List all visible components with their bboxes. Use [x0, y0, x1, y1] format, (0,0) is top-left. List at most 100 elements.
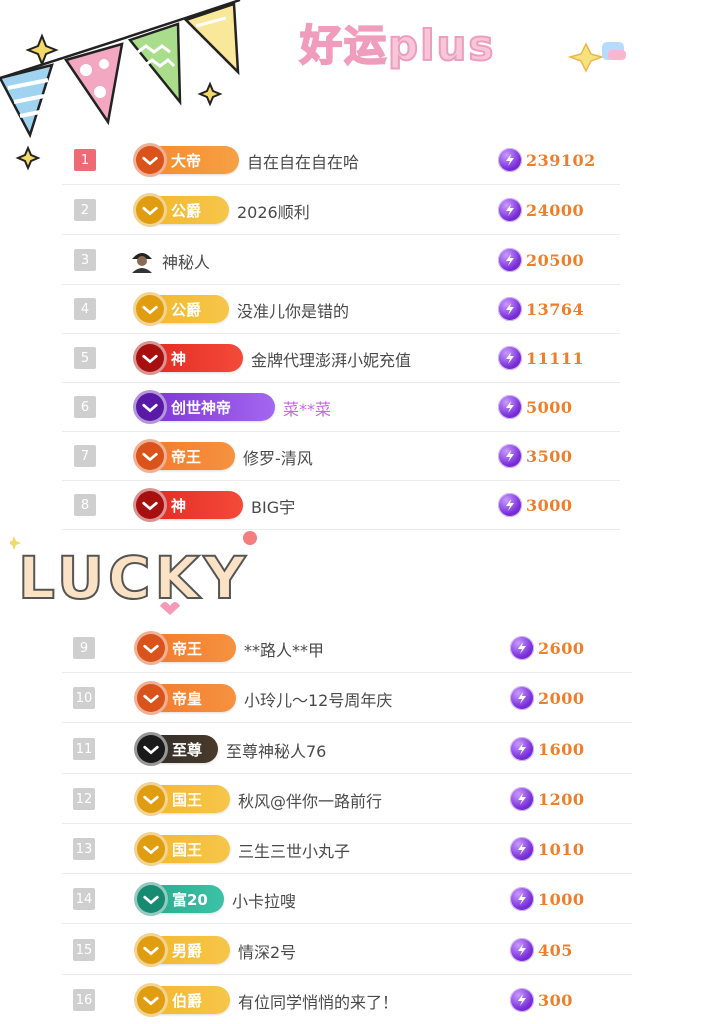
- mystery-avatar-icon: [130, 247, 154, 273]
- rank-number: 8: [74, 494, 96, 516]
- list-item[interactable]: 5 神 金牌代理澎湃小妮充值 11111: [0, 333, 704, 383]
- lightning-coin-icon: [510, 787, 534, 811]
- score-value: 20500: [526, 250, 585, 270]
- badge-label: 至尊: [172, 740, 203, 759]
- row-divider: [62, 529, 620, 530]
- lightning-coin-icon: [510, 686, 534, 710]
- list-item[interactable]: 16 伯爵 有位同学悄悄的来了！ 300: [0, 975, 704, 1024]
- score-value: 3000: [526, 495, 573, 515]
- rank-number: 16: [73, 989, 95, 1011]
- badge-label: 神: [171, 349, 187, 368]
- lightning-coin-icon: [498, 148, 522, 172]
- list-item[interactable]: 13 国王 三生三世小丸子 1010: [0, 824, 704, 874]
- god-emblem-icon: [133, 341, 167, 375]
- list-item[interactable]: 8 神 BIG宇 3000: [0, 480, 704, 530]
- rank-number: 11: [73, 738, 95, 760]
- player-name: BIG宇: [251, 498, 296, 517]
- rank-number: 15: [73, 939, 95, 961]
- player-name: 菜**菜: [283, 400, 332, 419]
- score-value: 11111: [526, 348, 585, 368]
- score: 2600: [510, 635, 585, 661]
- king-emblem-icon: [134, 782, 168, 816]
- list-item[interactable]: 2 公爵 2026顺利 24000: [0, 185, 704, 235]
- lucky-divider: LUCKY: [10, 531, 257, 615]
- baron-emblem-icon: [134, 933, 168, 967]
- player-name: 修罗-清风: [243, 449, 313, 468]
- score: 20500: [498, 247, 584, 273]
- creator-emblem-icon: [133, 390, 167, 424]
- wealth-emblem-icon: [134, 882, 168, 916]
- player-name: 三生三世小丸子: [238, 842, 351, 861]
- rank-badge: 富20: [134, 882, 224, 916]
- list-item[interactable]: 12 国王 秋风@伴你一路前行 1200: [0, 774, 704, 824]
- rank-number: 14: [73, 888, 95, 910]
- lightning-coin-icon: [498, 444, 522, 468]
- badge-label: 国王: [172, 840, 203, 859]
- list-item[interactable]: 14 富20 小卡拉嗖 1000: [0, 874, 704, 924]
- score: 1600: [510, 736, 585, 762]
- rank-badge: 公爵: [133, 193, 229, 227]
- score-value: 405: [538, 940, 573, 960]
- list-item[interactable]: 7 帝王 修罗-清风 3500: [0, 431, 704, 481]
- list-item[interactable]: 4 公爵 没准儿你是错的 13764: [0, 284, 704, 334]
- score: 405: [510, 937, 573, 963]
- player-name: 金牌代理澎湃小妮充值: [251, 351, 412, 370]
- duke-emblem-icon: [133, 292, 167, 326]
- score: 1010: [510, 836, 585, 862]
- lightning-coin-icon: [510, 636, 534, 660]
- score: 1200: [510, 786, 585, 812]
- duke-emblem-icon: [133, 193, 167, 227]
- title-banner: 好运plus: [298, 20, 626, 73]
- lightning-coin-icon: [498, 198, 522, 222]
- emperor-emblem-icon: [133, 143, 167, 177]
- player-name: 神秘人: [162, 253, 211, 272]
- list-item[interactable]: 11 至尊 至尊神秘人76 1600: [0, 724, 704, 774]
- badge-label: 公爵: [171, 201, 202, 220]
- lightning-coin-icon: [510, 837, 534, 861]
- badge-label: 公爵: [171, 300, 202, 319]
- score-value: 13764: [526, 299, 585, 319]
- rank-badge: 国王: [134, 782, 230, 816]
- badge-label: 创世神帝: [171, 398, 232, 417]
- list-item[interactable]: 6 创世神帝 菜**菜 5000: [0, 382, 704, 432]
- lightning-coin-icon: [498, 493, 522, 517]
- rank-number: 5: [74, 347, 96, 369]
- player-name: 自在自在自在哈: [247, 153, 360, 172]
- list-item[interactable]: 15 男爵 情深2号 405: [0, 925, 704, 975]
- list-item[interactable]: 3 神秘人 20500: [0, 235, 704, 285]
- score: 1000: [510, 886, 585, 912]
- lightning-coin-icon: [498, 248, 522, 272]
- rank-badge: 神: [133, 488, 243, 522]
- rank-badge: 伯爵: [134, 983, 230, 1017]
- score: 24000: [498, 197, 584, 223]
- rank-badge: 男爵: [134, 933, 230, 967]
- score: 3500: [498, 443, 573, 469]
- badge-label: 大帝: [171, 151, 202, 170]
- list-item[interactable]: 1 大帝 自在自在自在哈 239102: [0, 135, 704, 185]
- score-value: 5000: [526, 397, 573, 417]
- rank-badge: 帝王: [134, 631, 236, 665]
- score: 2000: [510, 685, 585, 711]
- score: 13764: [498, 296, 584, 322]
- player-name: 至尊神秘人76: [226, 742, 327, 761]
- rank-badge: 帝皇: [134, 681, 236, 715]
- player-name: 有位同学悄悄的来了！: [238, 993, 399, 1012]
- monarch-emblem-icon: [133, 439, 167, 473]
- score-value: 3500: [526, 446, 573, 466]
- rank-badge: 神: [133, 341, 243, 375]
- lightning-coin-icon: [510, 887, 534, 911]
- score-value: 300: [538, 990, 573, 1010]
- score-value: 239102: [526, 150, 596, 170]
- score: 300: [510, 987, 573, 1013]
- lightning-coin-icon: [498, 297, 522, 321]
- player-name: 秋风@伴你一路前行: [238, 792, 383, 811]
- page-title: 好运plus: [299, 21, 495, 70]
- score-value: 1200: [538, 789, 585, 809]
- row-divider: [62, 722, 632, 723]
- list-item[interactable]: 9 帝王 **路人**甲 2600: [0, 623, 704, 673]
- rank-badge: 国王: [134, 832, 230, 866]
- player-name: 没准儿你是错的: [237, 302, 350, 321]
- list-item[interactable]: 10 帝皇 小玲儿～12号周年庆 2000: [0, 673, 704, 723]
- lightning-coin-icon: [498, 346, 522, 370]
- earl-emblem-icon: [134, 983, 168, 1017]
